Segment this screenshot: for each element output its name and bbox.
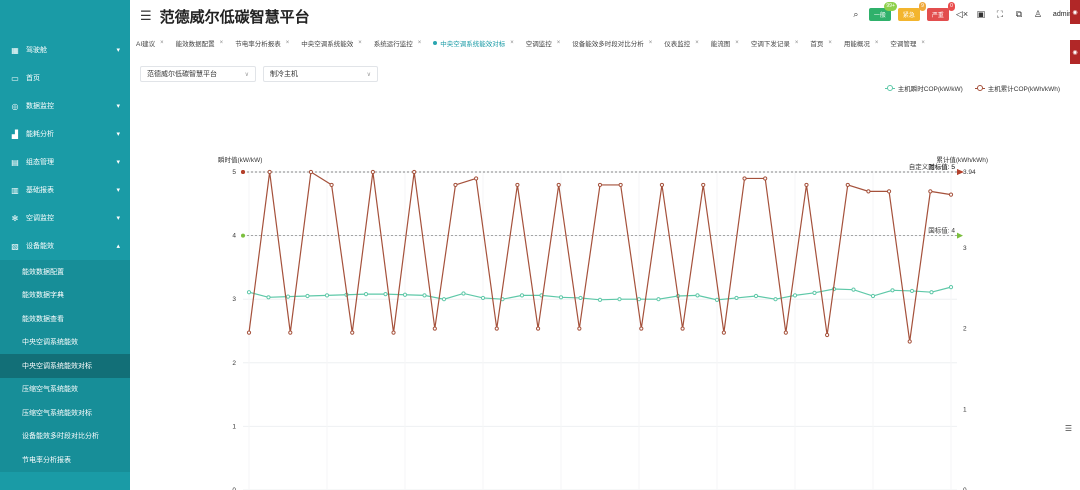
series-point-0 bbox=[383, 292, 388, 297]
series-point-0 bbox=[773, 297, 778, 302]
mark-line-label: 国标值: 4 bbox=[928, 226, 955, 235]
series-point-1 bbox=[391, 330, 396, 335]
series-point-0 bbox=[402, 292, 408, 297]
y-right-axis-label: 累计值(kWh/kWh) bbox=[936, 155, 988, 164]
series-point-1 bbox=[639, 326, 644, 331]
series-point-0 bbox=[480, 295, 486, 301]
mark-line-start-point bbox=[241, 170, 245, 174]
y-left-tick-label: 2 bbox=[232, 360, 236, 367]
series-point-0 bbox=[519, 293, 525, 298]
series-point-0 bbox=[909, 288, 915, 294]
series-point-1 bbox=[701, 182, 706, 188]
series-point-0 bbox=[656, 297, 661, 302]
series-point-0 bbox=[617, 297, 622, 302]
app-root: ▦ 驾驶舱 ▾ ▭ 首页 ◎ 数据监控 ▾ ▟ 能耗分析 ▾ ▤ 组态管理 ▾ ▥ 基础… bbox=[0, 0, 1080, 490]
series-point-1 bbox=[597, 182, 603, 188]
series-point-0 bbox=[851, 287, 856, 292]
y-right-tick-label: 3 bbox=[963, 245, 967, 252]
series-point-0 bbox=[461, 291, 466, 296]
y-left-axis-label: 瞬时值(kW/kW) bbox=[218, 155, 262, 164]
series-point-0 bbox=[441, 297, 447, 302]
series-point-1 bbox=[618, 182, 623, 188]
series-point-1 bbox=[886, 189, 892, 194]
series-point-0 bbox=[597, 297, 603, 302]
series-point-1 bbox=[474, 176, 479, 181]
series-point-0 bbox=[266, 295, 271, 300]
mark-line-label: 自定义对标值: 5 bbox=[909, 162, 956, 171]
series-point-0 bbox=[714, 297, 720, 302]
y-left-tick-label: 4 bbox=[232, 233, 236, 240]
series-point-1 bbox=[763, 176, 768, 181]
series-point-1 bbox=[246, 330, 252, 335]
series-point-1 bbox=[577, 326, 582, 331]
data-zoom-handle-icon[interactable]: ☰ bbox=[1065, 424, 1072, 433]
series-point-0 bbox=[363, 292, 369, 297]
series-point-0 bbox=[422, 293, 427, 298]
series-point-1 bbox=[329, 182, 334, 188]
series-point-1 bbox=[948, 192, 954, 197]
mark-line-start-point bbox=[241, 233, 245, 238]
series-point-1 bbox=[535, 326, 541, 331]
series-point-0 bbox=[324, 293, 330, 298]
y-left-tick-label: 5 bbox=[232, 169, 236, 176]
series-point-1 bbox=[866, 189, 871, 194]
series-point-1 bbox=[928, 189, 933, 194]
series-point-0 bbox=[695, 293, 700, 298]
series-point-1 bbox=[825, 332, 830, 338]
y-left-tick-label: 3 bbox=[232, 296, 236, 303]
series-point-1 bbox=[267, 169, 272, 175]
series-point-1 bbox=[659, 182, 665, 188]
series-point-0 bbox=[812, 290, 817, 295]
series-point-0 bbox=[753, 293, 759, 299]
series-point-0 bbox=[734, 295, 739, 301]
series-point-0 bbox=[285, 294, 291, 299]
series-point-0 bbox=[948, 285, 954, 290]
series-point-0 bbox=[792, 293, 798, 298]
series-point-0 bbox=[558, 295, 564, 300]
series-point-1 bbox=[907, 339, 912, 344]
series-point-1 bbox=[742, 176, 747, 181]
y-right-tick-label: 3.94 bbox=[963, 169, 976, 176]
series-point-1 bbox=[783, 330, 788, 335]
mark-line-arrow bbox=[957, 232, 963, 239]
series-point-1 bbox=[804, 182, 809, 188]
series-point-0 bbox=[578, 295, 583, 301]
series-point-0 bbox=[636, 297, 642, 302]
cop-line-chart: 01234501233.94瞬时值(kW/kW)累计值(kWh/kWh)国标值:… bbox=[218, 155, 988, 490]
y-left-tick-label: 1 bbox=[232, 423, 236, 430]
series-point-1 bbox=[350, 330, 355, 335]
series-point-1 bbox=[494, 326, 499, 331]
series-point-0 bbox=[305, 293, 310, 299]
series-point-1 bbox=[721, 330, 726, 335]
series-point-0 bbox=[870, 293, 876, 299]
y-right-tick-label: 1 bbox=[963, 406, 967, 413]
series-point-0 bbox=[929, 290, 934, 295]
series-line-1 bbox=[248, 170, 952, 342]
series-point-1 bbox=[680, 326, 685, 331]
series-point-1 bbox=[412, 169, 417, 175]
series-point-1 bbox=[556, 182, 561, 188]
series-point-1 bbox=[515, 182, 520, 188]
series-point-1 bbox=[370, 169, 375, 175]
series-point-1 bbox=[432, 326, 437, 331]
series-point-1 bbox=[845, 182, 850, 188]
series-point-1 bbox=[308, 169, 314, 175]
series-point-1 bbox=[453, 182, 458, 188]
series-point-0 bbox=[246, 290, 252, 295]
series-point-0 bbox=[890, 288, 895, 293]
y-right-tick-label: 2 bbox=[963, 326, 967, 333]
series-point-1 bbox=[288, 330, 293, 335]
